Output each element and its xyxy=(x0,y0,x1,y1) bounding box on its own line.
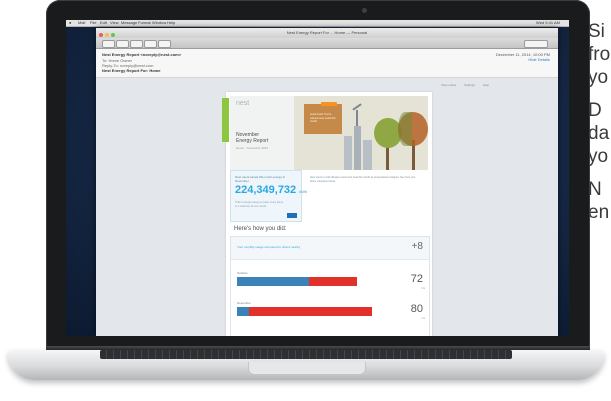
side-text-line: fro xyxy=(588,44,611,65)
menu-bar: ● Mail File Edit View Message Format Win… xyxy=(66,20,569,27)
zoom-icon[interactable] xyxy=(111,33,115,37)
energy-report-card: nest November Energy Report Home · Novem… xyxy=(222,92,432,336)
usage-bar-red-segment xyxy=(249,307,372,316)
window-title: Nest Energy Report For ... Home — Person… xyxy=(286,30,368,35)
report-title-panel: nest November Energy Report Home · Novem… xyxy=(230,96,294,170)
window-titlebar: Nest Energy Report For ... Home — Person… xyxy=(96,28,558,38)
energy-saved-value: 224,349,732 kWh xyxy=(235,184,307,196)
get-mail-button[interactable] xyxy=(102,40,115,48)
kwh-unit: kWh xyxy=(299,189,308,194)
usage-value-november: 80 xyxy=(410,303,423,315)
forward-button[interactable] xyxy=(144,40,157,48)
side-text-line: D xyxy=(588,100,602,121)
side-text-line: da xyxy=(588,123,610,144)
usage-bar-blue-segment xyxy=(237,307,249,316)
menu-clock: Wed 9:41 AM xyxy=(536,20,560,25)
mail-toolbar xyxy=(96,38,558,49)
kwh-number: 224,349,732 xyxy=(235,184,297,196)
nest-logo: nest xyxy=(236,100,250,107)
usage-comparison-box: Your monthly usage compared to others ne… xyxy=(230,236,430,336)
flag-button[interactable] xyxy=(158,40,171,48)
new-badge xyxy=(321,102,337,106)
settings-link[interactable]: Settings xyxy=(464,83,475,87)
city-illustration: Good news! You've earned more Leafs this… xyxy=(294,96,428,170)
usage-value-october: 72 xyxy=(410,273,423,285)
email-top-links: View online Settings Help xyxy=(434,83,489,87)
side-text-line: en xyxy=(588,202,610,223)
close-icon[interactable] xyxy=(99,33,103,37)
menu-item-format[interactable]: Format xyxy=(138,20,151,26)
side-text-line: N xyxy=(588,179,602,200)
usage-delta: +8 xyxy=(411,241,423,252)
menu-item-window[interactable]: Window xyxy=(152,20,166,26)
reply-button[interactable] xyxy=(130,40,143,48)
message-body: View online Settings Help nest November … xyxy=(96,78,558,336)
building-shape xyxy=(354,126,361,170)
trackpad xyxy=(248,362,366,375)
building-shape xyxy=(344,136,352,170)
tree-overlap xyxy=(398,112,412,146)
menu-item-edit[interactable]: Edit xyxy=(100,20,107,26)
report-title: November Energy Report xyxy=(236,132,268,144)
menu-item-view[interactable]: View xyxy=(110,20,119,26)
turbine-icon xyxy=(356,110,358,126)
usage-unit-october: hrs xyxy=(421,287,425,290)
row-label-november: November xyxy=(237,301,251,305)
usage-unit-november: hrs xyxy=(421,317,425,320)
search-input[interactable] xyxy=(524,40,548,48)
row-label-october: October xyxy=(237,271,248,275)
camera-icon xyxy=(362,8,367,13)
how-you-did-title: Here's how you did: xyxy=(234,226,287,232)
comparison-header: Your monthly usage compared to others ne… xyxy=(231,237,429,260)
keyboard xyxy=(100,350,512,359)
menu-item-message[interactable]: Message xyxy=(121,20,137,26)
usage-bar-october xyxy=(237,277,357,286)
from-field: Nest Energy Report <noreply@nest.com> xyxy=(102,52,182,57)
side-text-line: yo xyxy=(588,146,609,167)
leaf-notice-card: Good news! You've earned more Leafs this… xyxy=(304,104,342,134)
comparison-link[interactable]: Your monthly usage compared to others ne… xyxy=(237,245,300,249)
side-text-line: yo xyxy=(588,67,609,88)
leaf-accent-bar xyxy=(222,98,229,142)
share-button[interactable] xyxy=(287,213,297,218)
hide-details-link[interactable]: Hide Details xyxy=(528,57,550,62)
energy-saved-box: Nest users saved this much energy in Nov… xyxy=(230,170,307,222)
view-online-link[interactable]: View online xyxy=(441,83,456,87)
mail-window: Nest Energy Report For ... Home — Person… xyxy=(96,28,558,336)
energy-saved-label: Nest users saved this much energy in Nov… xyxy=(235,175,286,183)
usage-bar-november xyxy=(237,307,372,316)
message-header: Nest Energy Report <noreply@nest.com> To… xyxy=(96,49,558,78)
minimize-icon[interactable] xyxy=(105,33,109,37)
climate-summary-text: Nest users in cold climates used more he… xyxy=(310,176,416,183)
menu-item-file[interactable]: File xyxy=(90,20,96,26)
laptop-screen: ● Mail File Edit View Message Format Win… xyxy=(66,20,569,336)
usage-bar-blue-segment xyxy=(237,277,309,286)
apple-icon[interactable]: ● xyxy=(69,20,71,26)
delete-button[interactable] xyxy=(116,40,129,48)
report-title-line2: Energy Report xyxy=(236,138,269,144)
help-link[interactable]: Help xyxy=(483,83,489,87)
menu-item-mail[interactable]: Mail xyxy=(78,20,85,26)
usage-bar-red-segment xyxy=(309,277,357,286)
building-shape xyxy=(363,140,372,170)
leaf-notice-text: Good news! You've earned more Leafs this… xyxy=(310,113,336,123)
subject-field: Nest Energy Report For: Home xyxy=(102,68,161,73)
side-text-line: Si xyxy=(588,21,605,42)
report-subtitle: Home · November 2014 xyxy=(236,146,269,150)
menu-item-help[interactable]: Help xyxy=(167,20,175,26)
energy-saved-note: That's enough energy to power every home… xyxy=(235,201,284,208)
